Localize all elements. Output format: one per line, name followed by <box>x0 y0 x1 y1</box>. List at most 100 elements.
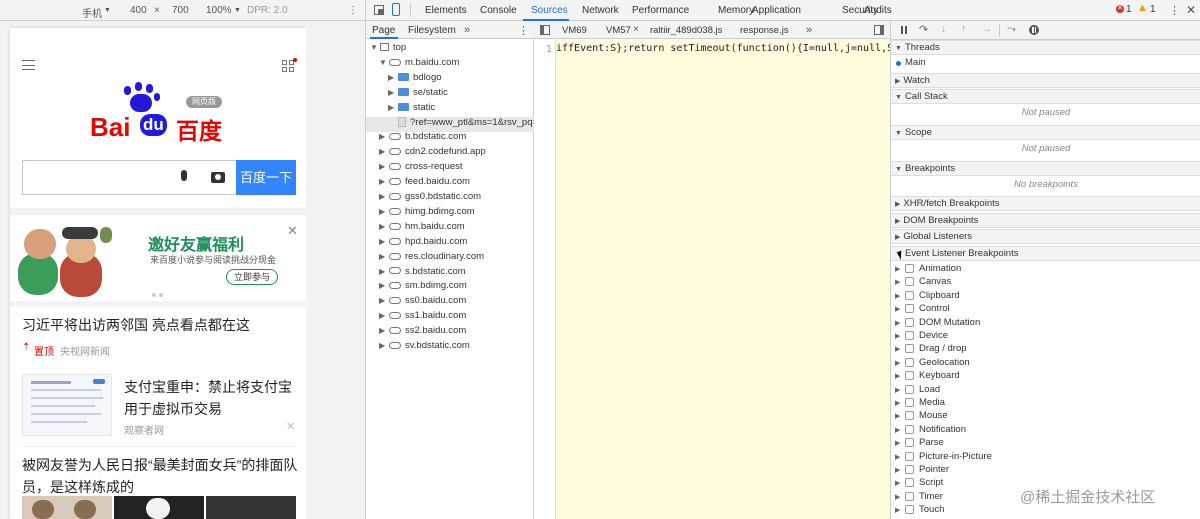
chevron-right-icon[interactable]: ▶ <box>895 466 905 474</box>
chevron-right-icon[interactable]: ▶ <box>895 399 905 407</box>
section-global-listeners[interactable]: ▶ Global Listeners <box>891 229 1200 244</box>
toggle-debugger-icon[interactable] <box>874 25 884 35</box>
section-watch[interactable]: ▶ Watch <box>891 73 1200 88</box>
expand-arrow-icon[interactable]: ▶ <box>388 88 398 97</box>
event-listener-item[interactable]: ▶ Keyboard <box>895 370 960 383</box>
dpr-select[interactable]: DPR: 2.0 <box>247 5 288 16</box>
expand-arrow-icon[interactable]: ▶ <box>379 252 389 261</box>
event-listener-item[interactable]: ▶ Picture-in-Picture <box>895 451 992 464</box>
chevron-right-icon[interactable]: ▶ <box>895 426 905 434</box>
section-dom-breakpoints[interactable]: ▶ DOM Breakpoints <box>891 213 1200 228</box>
expand-arrow-icon[interactable]: ▼ <box>370 43 380 52</box>
section-scope[interactable]: ▼ Scope <box>891 125 1200 140</box>
expand-arrow-icon[interactable]: ▶ <box>379 147 389 156</box>
pause-icon[interactable] <box>905 26 907 34</box>
tab-sources[interactable]: Sources <box>531 5 568 16</box>
expand-arrow-icon[interactable]: ▶ <box>379 237 389 246</box>
step-into-icon[interactable]: ↓ <box>941 23 947 35</box>
news-title[interactable]: 习近平将出访两邻国 亮点看点都在这 <box>22 314 302 336</box>
chevron-right-icon[interactable]: ▶ <box>895 319 905 327</box>
expand-arrow-icon[interactable]: ▶ <box>379 207 389 216</box>
search-button[interactable]: 百度一下 <box>236 160 296 195</box>
section-breakpoints[interactable]: ▼ Breakpoints <box>891 161 1200 176</box>
error-icon[interactable]: ✕ <box>1116 5 1124 13</box>
inspect-element-icon[interactable] <box>374 5 384 15</box>
expand-arrow-icon[interactable]: ▶ <box>388 73 398 82</box>
checkbox[interactable] <box>905 438 914 448</box>
event-listener-item[interactable]: ▶ Pointer <box>895 464 949 477</box>
step-over-icon[interactable]: ↷ <box>919 23 928 36</box>
tab-console[interactable]: Console <box>480 5 517 16</box>
tab-audits[interactable]: Audits <box>864 5 892 16</box>
step-out-icon[interactable]: ↑ <box>961 23 967 35</box>
event-listener-item[interactable]: ▶ Animation <box>895 263 961 276</box>
expand-arrow-icon[interactable]: ▼ <box>379 58 389 67</box>
expand-arrow-icon[interactable]: ▶ <box>379 296 389 305</box>
event-listener-item[interactable]: ▶ Canvas <box>895 276 951 289</box>
expand-arrow-icon[interactable]: ▶ <box>379 162 389 171</box>
checkbox[interactable] <box>905 317 914 327</box>
chevron-right-icon[interactable]: ▶ <box>895 278 905 286</box>
chevron-right-icon[interactable]: ▶ <box>895 412 905 420</box>
camera-icon[interactable] <box>211 172 225 183</box>
tree-item[interactable]: ▶ b.bdstatic.com <box>379 131 466 146</box>
tree-item[interactable]: ▶ ss2.baidu.com <box>379 325 466 340</box>
expand-arrow-icon[interactable]: ▶ <box>379 281 389 290</box>
more-tabs-icon[interactable]: » <box>464 24 470 36</box>
event-listener-item[interactable]: ▶ Geolocation <box>895 357 970 370</box>
event-listener-item[interactable]: ▶ Clipboard <box>895 290 960 303</box>
toggle-navigator-icon[interactable] <box>540 25 550 35</box>
event-listener-item[interactable]: ▶ Device <box>895 330 948 343</box>
event-listener-item[interactable]: ▶ Timer <box>895 491 943 504</box>
chevron-right-icon[interactable]: ▶ <box>895 332 905 340</box>
deactivate-breakpoints-icon[interactable]: ⤳ <box>1007 23 1016 36</box>
expand-arrow-icon[interactable]: ▶ <box>379 222 389 231</box>
chevron-right-icon[interactable]: ▶ <box>895 292 905 300</box>
tab-page[interactable]: Page <box>372 25 395 36</box>
tree-item[interactable]: ▶ sm.bdimg.com <box>379 280 467 295</box>
checkbox[interactable] <box>905 304 914 314</box>
tree-item[interactable]: ?ref=www_ptl&ms=1&rsv_pq= <box>366 116 538 132</box>
tree-item[interactable]: ▶ cross-request <box>379 161 463 176</box>
apps-grid-icon[interactable] <box>282 58 297 72</box>
event-listener-item[interactable]: ▶ Notification <box>895 424 966 437</box>
section-xhr-fetch-breakpoints[interactable]: ▶ XHR/fetch Breakpoints <box>891 196 1200 211</box>
tree-item[interactable]: ▶ bdlogo <box>388 72 442 87</box>
event-listener-item[interactable]: ▶ Control <box>895 303 950 316</box>
error-count[interactable]: 1 <box>1126 4 1132 15</box>
chevron-right-icon[interactable]: ▶ <box>895 479 905 487</box>
ad-join-button[interactable]: 立即参与 <box>226 269 278 285</box>
chevron-right-icon[interactable]: ▶ <box>895 305 905 313</box>
checkbox[interactable] <box>905 357 914 367</box>
tree-item[interactable]: ▶ static <box>388 102 435 117</box>
event-listener-item[interactable]: ▶ Touch <box>895 504 944 517</box>
expand-arrow-icon[interactable]: ▶ <box>388 103 398 112</box>
expand-arrow-icon[interactable]: ▶ <box>379 267 389 276</box>
checkbox[interactable] <box>905 424 914 434</box>
tree-item[interactable]: ▶ ss0.baidu.com <box>379 295 466 310</box>
section-event-listener-breakpoints[interactable]: ▼ Event Listener Breakpoints <box>891 246 1200 261</box>
thread-main[interactable]: Main <box>905 57 926 68</box>
event-listener-item[interactable]: ▶ Load <box>895 384 940 397</box>
tree-item[interactable]: ▶ feed.baidu.com <box>379 176 470 191</box>
tree-item[interactable]: ▶ himg.bdimg.com <box>379 206 475 221</box>
checkbox[interactable] <box>905 371 914 381</box>
tree-item[interactable]: ▶ ss1.baidu.com <box>379 310 466 325</box>
editor-tab[interactable]: VM57 <box>606 25 631 36</box>
tree-item[interactable]: ▶ gss0.bdstatic.com <box>379 191 481 206</box>
checkbox[interactable] <box>905 277 914 287</box>
chevron-right-icon[interactable]: ▶ <box>895 506 905 514</box>
expand-arrow-icon[interactable]: ▶ <box>379 326 389 335</box>
chevron-right-icon[interactable]: ▶ <box>895 439 905 447</box>
tab-network[interactable]: Network <box>582 5 619 16</box>
more-tabs-icon[interactable]: » <box>806 24 812 36</box>
pause-on-exceptions-icon[interactable] <box>1029 25 1039 35</box>
checkbox[interactable] <box>905 451 914 461</box>
checkbox[interactable] <box>905 344 914 354</box>
device-select[interactable]: 手机 <box>82 5 102 20</box>
more-options-icon[interactable]: ⋮ <box>1169 4 1180 17</box>
expand-arrow-icon[interactable]: ▶ <box>379 341 389 350</box>
tree-item[interactable]: ▶ hpd.baidu.com <box>379 236 467 251</box>
section-call-stack[interactable]: ▼ Call Stack <box>891 89 1200 104</box>
microphone-icon[interactable] <box>181 170 187 181</box>
